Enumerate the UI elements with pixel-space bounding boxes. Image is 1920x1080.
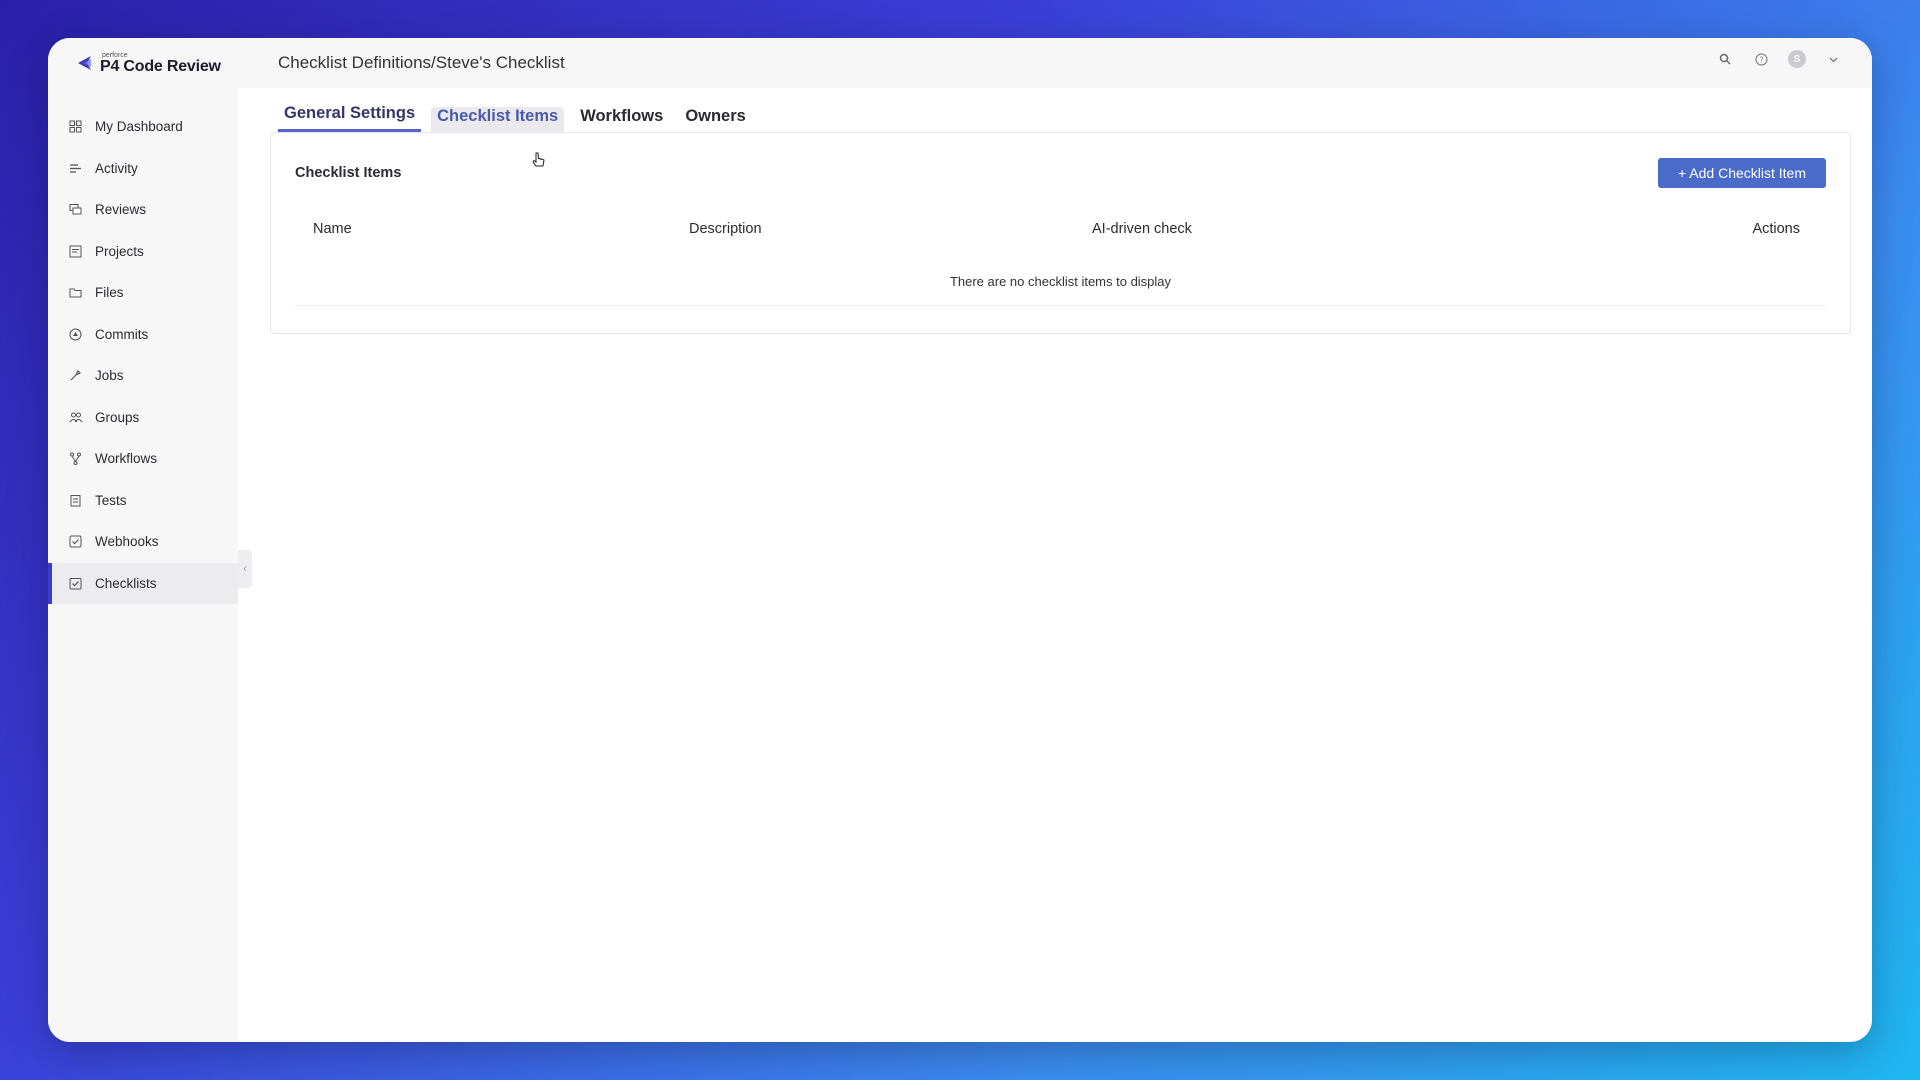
groups-icon (68, 410, 83, 425)
webhooks-icon (68, 534, 83, 549)
sidebar-item-reviews[interactable]: Reviews (48, 189, 238, 231)
sidebar-item-label: Commits (95, 326, 149, 342)
sidebar-collapse-handle[interactable]: ‹ (238, 550, 252, 588)
sidebar-item-label: Groups (95, 409, 140, 425)
tab-workflows[interactable]: Workflows (574, 107, 669, 132)
sidebar-item-tests[interactable]: Tests (48, 480, 238, 522)
sidebar-item-label: Checklists (95, 575, 157, 591)
sidebar-item-label: My Dashboard (95, 119, 183, 135)
sidebar-item-label: Files (95, 285, 124, 301)
sidebar-item-label: Activity (95, 160, 138, 176)
checklist-items-panel: Checklist Items + Add Checklist Item Nam… (270, 132, 1851, 334)
sidebar: My Dashboard Activity Reviews Projects F… (48, 88, 238, 1042)
chevron-down-icon[interactable] (1824, 50, 1842, 68)
top-bar: perforce P4 Code Review Checklist Defini… (48, 38, 1872, 88)
sidebar-item-label: Reviews (95, 202, 147, 218)
search-icon[interactable] (1716, 50, 1734, 68)
chevron-left-icon: ‹ (243, 563, 247, 575)
checklists-icon (68, 576, 83, 591)
column-header-actions: Actions (1752, 221, 1800, 237)
sidebar-item-files[interactable]: Files (48, 272, 238, 314)
folder-icon (68, 285, 83, 300)
column-header-ai-driven-check[interactable]: AI-driven check (1092, 221, 1192, 237)
table-divider (295, 305, 1826, 306)
sidebar-item-label: Webhooks (95, 534, 159, 550)
panel-title: Checklist Items (295, 165, 402, 181)
brand[interactable]: perforce P4 Code Review (48, 52, 268, 75)
page-title: Checklist Definitions/Steve's Checklist (278, 53, 565, 72)
add-checklist-item-button[interactable]: + Add Checklist Item (1658, 158, 1826, 188)
mouse-cursor-icon (531, 152, 547, 175)
reviews-icon (68, 202, 83, 217)
brand-name: P4 Code Review (100, 57, 221, 75)
activity-icon (68, 161, 83, 176)
workflows-icon (68, 451, 83, 466)
sidebar-item-activity[interactable]: Activity (48, 148, 238, 190)
sidebar-item-jobs[interactable]: Jobs (48, 355, 238, 397)
sidebar-item-checklists[interactable]: Checklists (48, 562, 238, 604)
sidebar-item-label: Workflows (95, 451, 158, 467)
tab-general-settings[interactable]: General Settings (278, 104, 422, 132)
sidebar-item-label: Projects (95, 243, 144, 259)
column-header-description[interactable]: Description (689, 221, 762, 237)
p4-logo-icon (74, 53, 94, 73)
svg-text:?: ? (1759, 55, 1763, 64)
sidebar-item-webhooks[interactable]: Webhooks (48, 521, 238, 563)
empty-state-message: There are no checklist items to display (949, 274, 1172, 289)
sidebar-item-my-dashboard[interactable]: My Dashboard (48, 106, 238, 148)
commits-icon (68, 327, 83, 342)
column-header-name[interactable]: Name (313, 221, 352, 237)
sidebar-item-workflows[interactable]: Workflows (48, 438, 238, 480)
app-window: perforce P4 Code Review Checklist Defini… (48, 38, 1872, 1042)
tests-icon (68, 493, 83, 508)
tab-checklist-items[interactable]: Checklist Items (431, 107, 565, 132)
projects-icon (68, 244, 83, 259)
sidebar-item-projects[interactable]: Projects (48, 231, 238, 273)
tab-bar: General Settings Checklist Items Workflo… (278, 98, 762, 132)
table-header: Name Description AI-driven check Actions (271, 215, 1850, 245)
dashboard-icon (68, 119, 83, 134)
sidebar-item-label: Jobs (95, 368, 124, 384)
jobs-icon (68, 368, 83, 383)
avatar[interactable]: S (1788, 50, 1806, 68)
sidebar-item-groups[interactable]: Groups (48, 397, 238, 439)
sidebar-item-label: Tests (95, 492, 127, 508)
tab-owners[interactable]: Owners (679, 107, 752, 132)
help-icon[interactable]: ? (1752, 50, 1770, 68)
sidebar-item-commits[interactable]: Commits (48, 314, 238, 356)
